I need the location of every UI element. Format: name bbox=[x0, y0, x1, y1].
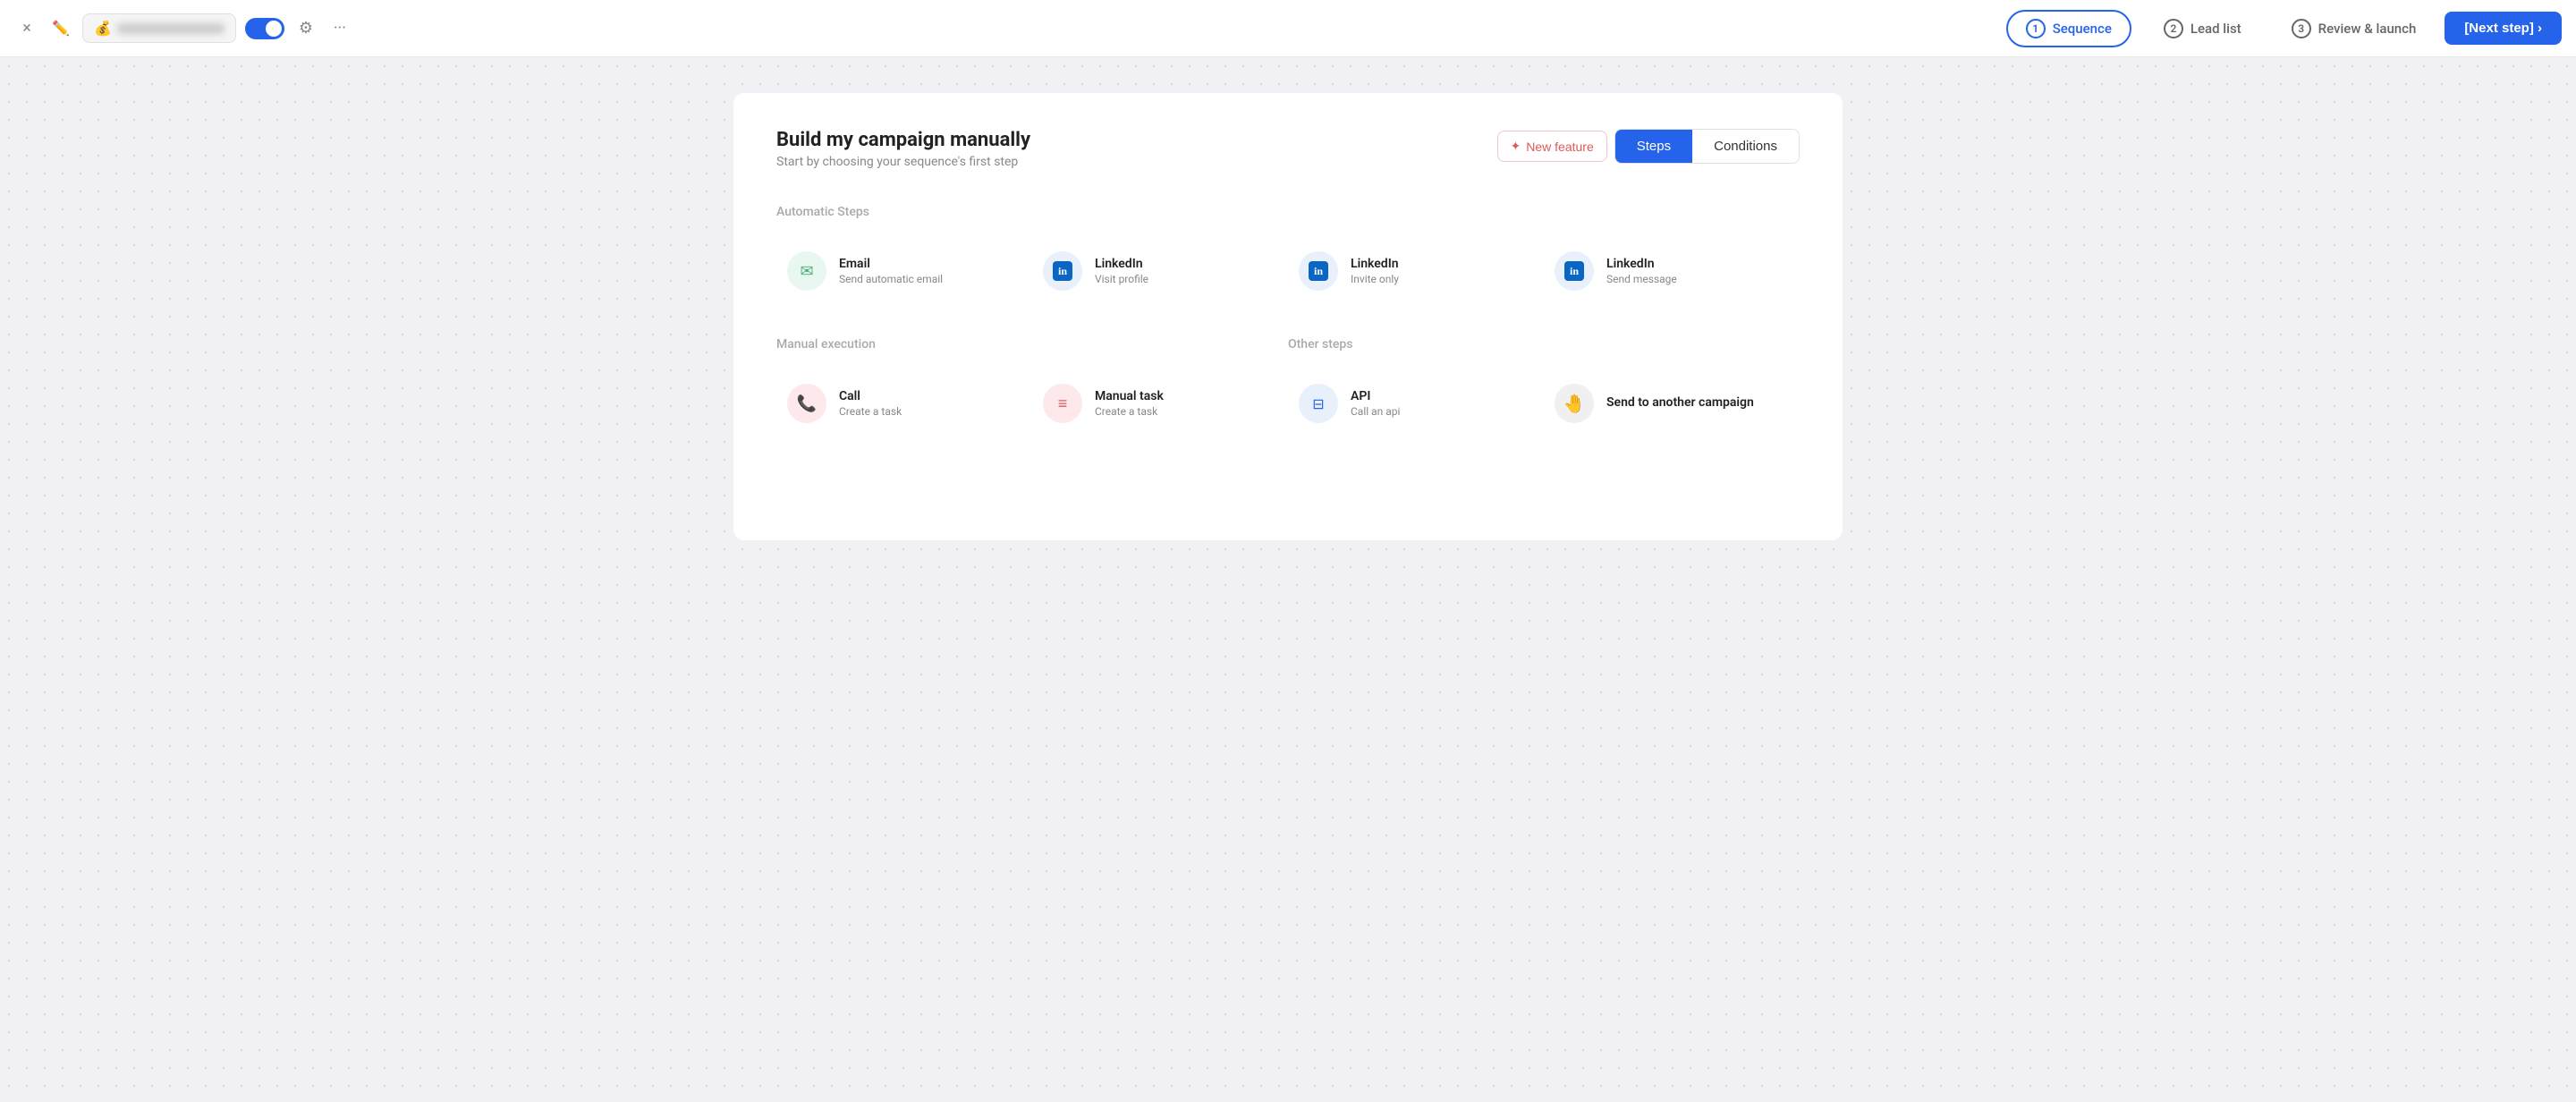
linkedin-icon-3: in bbox=[1564, 261, 1584, 281]
manual-execution-label: Manual execution bbox=[776, 337, 1288, 352]
step-call-sub: Create a task bbox=[839, 405, 902, 418]
nav-step-3-label: Review & launch bbox=[2318, 21, 2417, 37]
phone-icon: 📞 bbox=[797, 394, 817, 413]
card-subtitle: Start by choosing your sequence's first … bbox=[776, 155, 1030, 169]
step-linkedin-message[interactable]: in LinkedIn Send message bbox=[1544, 237, 1800, 305]
card-title-block: Build my campaign manually Start by choo… bbox=[776, 129, 1030, 169]
tab-group: Steps Conditions bbox=[1614, 129, 1800, 164]
step-linkedin-invite-title: LinkedIn bbox=[1351, 257, 1399, 271]
nav-step-review[interactable]: 3 Review & launch bbox=[2274, 12, 2435, 46]
hand-icon: 🤚 bbox=[1563, 393, 1586, 414]
manual-section: Manual execution 📞 Call Create a task bbox=[776, 337, 1288, 470]
other-steps-section: Other steps ⊟ API Call an api 🤚 bbox=[1288, 337, 1800, 470]
linkedin-invite-icon-wrap: in bbox=[1299, 251, 1338, 291]
active-toggle[interactable] bbox=[245, 18, 284, 39]
other-steps-label: Other steps bbox=[1288, 337, 1800, 352]
tab-steps[interactable]: Steps bbox=[1615, 130, 1692, 163]
step-linkedin-message-title: LinkedIn bbox=[1606, 257, 1677, 271]
step-linkedin-invite-text: LinkedIn Invite only bbox=[1351, 257, 1399, 285]
step-call-title: Call bbox=[839, 389, 902, 403]
email-icon-wrap: ✉ bbox=[787, 251, 826, 291]
next-step-button[interactable]: [Next step] › bbox=[2445, 12, 2562, 45]
main-content: Build my campaign manually Start by choo… bbox=[0, 57, 2576, 1102]
new-feature-button[interactable]: ✦ New feature bbox=[1497, 131, 1607, 162]
other-steps-row: ⊟ API Call an api 🤚 Send to another camp… bbox=[1288, 369, 1800, 437]
step-api[interactable]: ⊟ API Call an api bbox=[1288, 369, 1544, 437]
automatic-steps-row: ✉ Email Send automatic email in LinkedIn… bbox=[776, 237, 1800, 305]
campaign-name-badge: 💰 bbox=[82, 13, 236, 43]
linkedin-message-icon-wrap: in bbox=[1555, 251, 1594, 291]
api-icon: ⊟ bbox=[1312, 395, 1324, 412]
step-send-campaign-text: Send to another campaign bbox=[1606, 395, 1754, 411]
step-linkedin-visit-text: LinkedIn Visit profile bbox=[1095, 257, 1148, 285]
manual-task-icon-wrap: ≡ bbox=[1043, 384, 1082, 423]
step-call-text: Call Create a task bbox=[839, 389, 902, 418]
step-email-text: Email Send automatic email bbox=[839, 257, 943, 285]
nav-step-1-num: 1 bbox=[2026, 19, 2046, 38]
step-api-text: API Call an api bbox=[1351, 389, 1400, 418]
nav-step-2-label: Lead list bbox=[2190, 21, 2241, 37]
step-email[interactable]: ✉ Email Send automatic email bbox=[776, 237, 1032, 305]
topbar-left: × ✏️ 💰 ⚙ ··· bbox=[14, 13, 1996, 43]
step-send-campaign-title: Send to another campaign bbox=[1606, 395, 1754, 410]
topbar: × ✏️ 💰 ⚙ ··· 1 Sequence 2 Lead list 3 Re… bbox=[0, 0, 2576, 57]
settings-icon[interactable]: ⚙ bbox=[293, 16, 318, 41]
edit-icon[interactable]: ✏️ bbox=[48, 16, 73, 41]
card-header: Build my campaign manually Start by choo… bbox=[776, 129, 1800, 169]
step-linkedin-visit[interactable]: in LinkedIn Visit profile bbox=[1032, 237, 1288, 305]
send-campaign-icon-wrap: 🤚 bbox=[1555, 384, 1594, 423]
topbar-nav: 1 Sequence 2 Lead list 3 Review & launch bbox=[2006, 10, 2435, 47]
header-actions: ✦ New feature Steps Conditions bbox=[1497, 129, 1800, 164]
manual-steps-row: 📞 Call Create a task ≡ Manual task bbox=[776, 369, 1288, 437]
campaign-emoji: 💰 bbox=[94, 20, 112, 37]
tab-conditions[interactable]: Conditions bbox=[1692, 130, 1799, 163]
step-linkedin-message-sub: Send message bbox=[1606, 273, 1677, 285]
nav-step-3-num: 3 bbox=[2292, 19, 2311, 38]
step-email-sub: Send automatic email bbox=[839, 273, 943, 285]
nav-step-lead-list[interactable]: 2 Lead list bbox=[2146, 12, 2259, 46]
step-linkedin-invite[interactable]: in LinkedIn Invite only bbox=[1288, 237, 1544, 305]
step-api-title: API bbox=[1351, 389, 1400, 403]
api-icon-wrap: ⊟ bbox=[1299, 384, 1338, 423]
call-icon-wrap: 📞 bbox=[787, 384, 826, 423]
step-linkedin-visit-title: LinkedIn bbox=[1095, 257, 1148, 271]
step-linkedin-invite-sub: Invite only bbox=[1351, 273, 1399, 285]
two-col-sections: Manual execution 📞 Call Create a task bbox=[776, 337, 1800, 470]
campaign-card: Build my campaign manually Start by choo… bbox=[733, 93, 1843, 540]
step-send-campaign[interactable]: 🤚 Send to another campaign bbox=[1544, 369, 1800, 437]
automatic-steps-label: Automatic Steps bbox=[776, 205, 1800, 219]
campaign-name-blurred bbox=[117, 23, 225, 34]
linkedin-visit-icon-wrap: in bbox=[1043, 251, 1082, 291]
nav-step-1-label: Sequence bbox=[2053, 21, 2112, 37]
step-call[interactable]: 📞 Call Create a task bbox=[776, 369, 1032, 437]
nav-step-2-num: 2 bbox=[2164, 19, 2183, 38]
task-icon: ≡ bbox=[1058, 394, 1068, 413]
nav-step-sequence[interactable]: 1 Sequence bbox=[2006, 10, 2131, 47]
step-email-title: Email bbox=[839, 257, 943, 271]
step-manual-task[interactable]: ≡ Manual task Create a task bbox=[1032, 369, 1288, 437]
step-api-sub: Call an api bbox=[1351, 405, 1400, 418]
linkedin-icon: in bbox=[1053, 261, 1072, 281]
close-button[interactable]: × bbox=[14, 16, 39, 41]
card-title: Build my campaign manually bbox=[776, 129, 1030, 151]
step-manual-task-title: Manual task bbox=[1095, 389, 1164, 403]
more-options-icon[interactable]: ··· bbox=[327, 16, 352, 41]
step-linkedin-message-text: LinkedIn Send message bbox=[1606, 257, 1677, 285]
email-icon: ✉ bbox=[800, 262, 813, 281]
step-manual-task-sub: Create a task bbox=[1095, 405, 1164, 418]
new-feature-label: New feature bbox=[1526, 140, 1593, 154]
step-manual-task-text: Manual task Create a task bbox=[1095, 389, 1164, 418]
star-icon: ✦ bbox=[1511, 139, 1521, 154]
linkedin-icon-2: in bbox=[1309, 261, 1328, 281]
step-linkedin-visit-sub: Visit profile bbox=[1095, 273, 1148, 285]
